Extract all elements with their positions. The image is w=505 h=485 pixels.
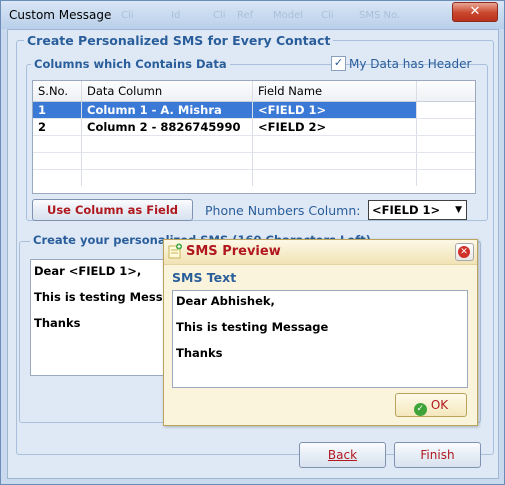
empty-cell [33,170,82,186]
message-line: Thanks [34,316,81,330]
preview-line: Dear Abhishek, [176,294,275,308]
table-row[interactable]: 1 Column 1 - A. Mishra <FIELD 1> [33,102,475,119]
preview-line: Thanks [176,346,223,360]
check-circle-icon: ✓ [413,403,427,416]
ghost-title-text: Cli [213,10,226,21]
column-header-field-name[interactable]: Field Name [253,81,417,101]
custom-message-window: Custom Message Cli Id Cli Ref Model Cli … [0,0,505,485]
back-button-label: Back [327,448,358,462]
row-field-name: <FIELD 1> [253,102,417,118]
message-textarea[interactable]: Dear <FIELD 1>, This is testing Message … [30,259,182,376]
has-header-label[interactable]: My Data has Header [349,57,471,71]
ghost-title-text: Cli [321,10,334,21]
columns-group-legend: Columns which Contains Data [31,57,230,71]
title-bar[interactable]: Custom Message Cli Id Cli Ref Model Cli … [1,1,504,29]
empty-row [33,170,475,186]
table-row[interactable]: 2 Column 2 - 8826745990 <FIELD 2> [33,119,475,136]
sms-preview-dialog: SMS Preview ✕ SMS Text Dear Abhishek, Th… [163,239,478,426]
row-sno: 2 [33,119,82,135]
row-field-name: <FIELD 2> [253,119,417,135]
ghost-title-text: Ref [237,10,254,21]
empty-cell [33,136,82,152]
sms-preview-title-bar[interactable]: SMS Preview ✕ [164,240,477,265]
ghost-title-text: Cli [121,10,134,21]
preview-line: This is testing Message [176,320,329,334]
empty-cell [33,153,82,169]
message-line: Dear <FIELD 1>, [34,264,142,278]
close-icon: ✕ [469,4,481,19]
column-header-data-column[interactable]: Data Column [82,81,253,101]
window-title: Custom Message [9,8,112,22]
personalized-sms-legend: Create Personalized SMS for Every Contac… [24,33,334,48]
window-close-button[interactable]: ✕ [452,2,498,22]
phone-numbers-column-label: Phone Numbers Column: [205,203,361,218]
sms-preview-title: SMS Preview [186,244,281,259]
back-button[interactable]: Back [299,442,386,468]
ghost-title-text: Id [171,10,181,21]
ghost-title-text: SMS No. [359,10,401,21]
empty-cell [82,170,253,186]
sms-preview-close-button[interactable]: ✕ [455,243,474,261]
sms-text-label: SMS Text [172,270,237,285]
empty-cell [82,136,253,152]
phone-numbers-column-select[interactable]: <FIELD 1> ▼ [368,200,467,220]
row-data-column: Column 2 - 8826745990 [82,119,253,135]
row-sno: 1 [33,102,82,118]
finish-button[interactable]: Finish [394,442,481,468]
sms-preview-text[interactable]: Dear Abhishek, This is testing Message T… [172,290,468,388]
empty-cell [82,153,253,169]
message-line: This is testing Message [34,290,182,304]
note-add-icon [168,243,182,259]
grid-header-row: S.No. Data Column Field Name [33,81,475,102]
empty-cell [253,136,417,152]
ok-button-label: OK [430,398,449,412]
ok-button[interactable]: ✓ OK [395,393,467,417]
empty-cell [253,153,417,169]
row-data-column: Column 1 - A. Mishra [82,102,253,118]
phone-select-value: <FIELD 1> [372,203,441,217]
has-header-checkbox[interactable]: ✓ [331,56,346,71]
column-header-sno[interactable]: S.No. [33,81,82,101]
check-icon: ✓ [333,56,344,69]
use-column-as-field-button[interactable]: Use Column as Field [32,199,193,221]
row-blank [417,119,475,135]
column-header-blank [417,81,475,101]
close-icon: ✕ [458,246,470,258]
empty-row [33,136,475,153]
ghost-title-text: Model [273,10,304,21]
dropdown-arrow-icon: ▼ [455,205,462,215]
columns-grid: S.No. Data Column Field Name 1 Column 1 … [32,80,476,194]
empty-cell [253,170,417,186]
row-blank [417,102,475,118]
empty-row [33,153,475,170]
